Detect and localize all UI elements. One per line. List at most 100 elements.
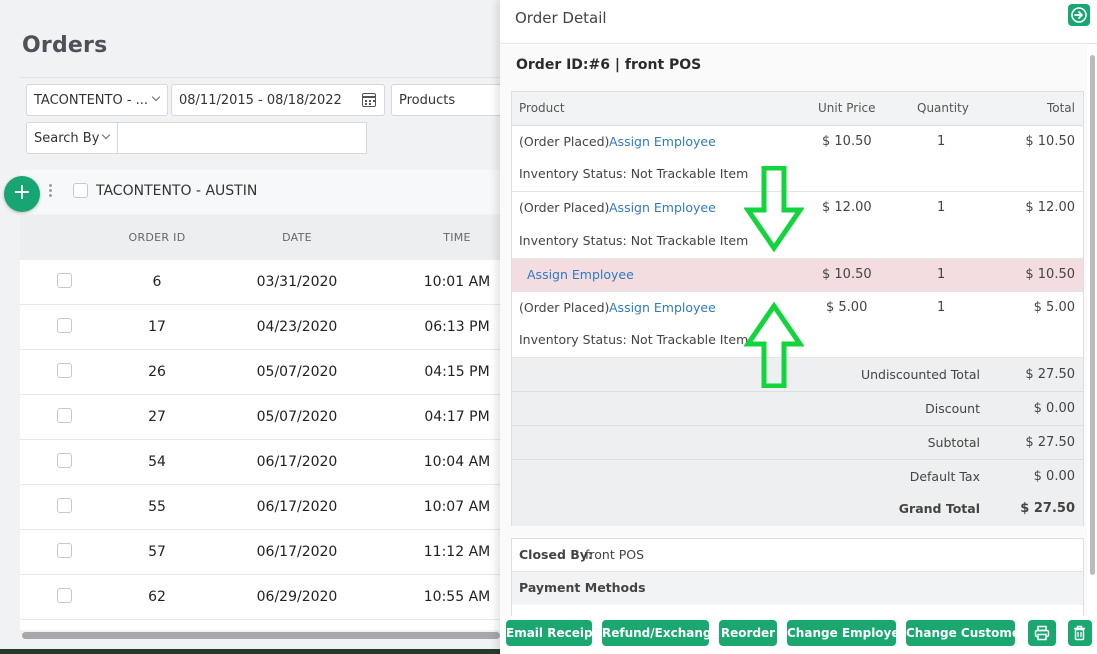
table-row[interactable]: 55 06/17/2020 10:07 AM — [20, 485, 500, 530]
location-select[interactable]: TACONTENTO - ... — [26, 84, 168, 116]
order-id-cell: 6 — [152, 274, 162, 290]
table-row[interactable]: 62 06/29/2020 10:55 AM — [20, 575, 500, 620]
close-panel-button[interactable] — [1068, 4, 1090, 26]
column-header-time[interactable]: TIME — [443, 231, 471, 244]
row-checkbox[interactable] — [57, 588, 72, 603]
calendar-icon — [362, 93, 376, 107]
order-id-heading: Order ID:#6 | front POS — [516, 57, 702, 73]
row-checkbox[interactable] — [57, 318, 72, 333]
search-input[interactable] — [117, 122, 367, 154]
item-unit-price: $ 12.00 — [822, 200, 872, 215]
summary-value: $ 27.50 — [1025, 435, 1075, 450]
order-detail-panel: Order Detail Order ID:#6 | front POS Pro… — [500, 0, 1097, 654]
closed-by-label: Closed By: — [519, 547, 593, 562]
order-id-cell: 54 — [148, 454, 166, 470]
item-unit-price: $ 10.50 — [822, 134, 872, 149]
summary-label: Default Tax — [909, 469, 980, 484]
order-id-cell: 55 — [148, 499, 166, 515]
horizontal-scrollbar[interactable] — [22, 632, 500, 639]
table-row[interactable]: 17 04/23/2020 06:13 PM — [20, 305, 500, 350]
order-id-cell: 17 — [148, 319, 166, 335]
reorder-button[interactable]: Reorder — [719, 620, 777, 646]
search-by-label: Search By — [34, 130, 100, 146]
assign-employee-link[interactable]: Assign Employee — [527, 267, 634, 282]
order-date-cell: 06/17/2020 — [256, 499, 338, 515]
payment-methods-row: Payment Methods — [512, 572, 1083, 605]
order-time-cell: 10:07 AM — [423, 499, 491, 515]
divider — [20, 77, 500, 78]
closed-by-row: Closed By: front POS — [512, 539, 1083, 572]
order-time-cell: 10:01 AM — [423, 274, 491, 290]
order-id-cell: 27 — [148, 409, 166, 425]
assign-employee-link[interactable]: Assign Employee — [609, 300, 716, 315]
payment-methods-label: Payment Methods — [519, 580, 646, 595]
summary-label: Discount — [925, 401, 980, 416]
panel-header: Order Detail — [500, 0, 1097, 44]
refund-exchange-button[interactable]: Refund/Exchange — [602, 620, 720, 646]
item-status: (Order Placed) — [519, 134, 610, 149]
row-checkbox[interactable] — [57, 543, 72, 558]
assign-employee-link[interactable]: Assign Employee — [609, 200, 716, 215]
order-id-cell: 57 — [148, 544, 166, 560]
search-by-select[interactable]: Search By — [26, 122, 118, 154]
table-row[interactable]: 6 03/31/2020 10:01 AM — [20, 260, 500, 305]
item-quantity: 1 — [937, 300, 946, 315]
panel-title: Order Detail — [515, 9, 607, 27]
order-time-cell: 06:13 PM — [424, 319, 490, 335]
summary-label: Undiscounted Total — [860, 367, 980, 382]
annotation-arrow-up-icon — [744, 302, 804, 388]
summary-label: Subtotal — [927, 435, 980, 450]
item-total: $ 5.00 — [1033, 300, 1075, 315]
row-checkbox[interactable] — [57, 408, 72, 423]
summary-row-grand-total: Grand Total $ 27.50 — [512, 492, 1083, 526]
inventory-status: Inventory Status: Not Trackable Item — [519, 332, 749, 347]
summary-row: Default Tax $ 0.00 — [512, 460, 1083, 494]
order-time-cell: 04:15 PM — [424, 364, 490, 380]
row-checkbox[interactable] — [57, 453, 72, 468]
row-checkbox[interactable] — [57, 363, 72, 378]
column-header-order-id[interactable]: ORDER ID — [129, 231, 186, 244]
row-checkbox[interactable] — [57, 498, 72, 513]
order-date-cell: 06/17/2020 — [256, 544, 338, 560]
column-header-unit-price: Unit Price — [818, 101, 876, 115]
order-time-cell: 11:12 AM — [423, 544, 491, 560]
printer-icon — [1034, 625, 1050, 641]
vertical-scrollbar[interactable] — [1090, 55, 1095, 575]
inventory-status: Inventory Status: Not Trackable Item — [519, 166, 749, 181]
email-receipt-button[interactable]: Email Receipt — [506, 620, 598, 646]
delete-button[interactable] — [1068, 620, 1092, 646]
table-row[interactable]: 57 06/17/2020 11:12 AM — [20, 530, 500, 575]
plus-icon: + — [12, 180, 32, 205]
item-total: $ 12.00 — [1025, 200, 1075, 215]
table-row[interactable]: 26 05/07/2020 04:15 PM — [20, 350, 500, 395]
closed-by-value: front POS — [585, 547, 645, 562]
summary-value: $ 27.50 — [1025, 367, 1075, 382]
products-filter[interactable]: Products — [391, 84, 500, 116]
orders-page: Orders TACONTENTO - ... 08/11/2015 - 08/… — [0, 0, 500, 654]
order-date-cell: 06/29/2020 — [256, 589, 338, 605]
products-filter-value: Products — [399, 92, 456, 108]
arrow-right-icon — [1071, 7, 1087, 23]
item-unit-price: $ 5.00 — [826, 300, 868, 315]
item-status: (Order Placed) — [519, 200, 610, 215]
change-customer-button[interactable]: Change Customer — [906, 620, 1026, 646]
row-checkbox[interactable] — [57, 273, 72, 288]
order-id-cell: 62 — [148, 589, 166, 605]
item-status: (Order Placed) — [519, 300, 610, 315]
table-row[interactable]: 54 06/17/2020 10:04 AM — [20, 440, 500, 485]
orders-table-body: 6 03/31/2020 10:01 AM 17 04/23/2020 06:1… — [20, 260, 500, 630]
column-header-total: Total — [1046, 101, 1075, 115]
drag-handle-icon[interactable] — [49, 184, 53, 198]
add-order-button[interactable]: + — [4, 176, 40, 212]
page-title: Orders — [22, 33, 108, 58]
table-row[interactable]: 27 05/07/2020 04:17 PM — [20, 395, 500, 440]
change-employee-button[interactable]: Change Employee — [787, 620, 908, 646]
order-date-cell: 04/23/2020 — [256, 319, 338, 335]
assign-employee-link[interactable]: Assign Employee — [609, 134, 716, 149]
group-checkbox[interactable] — [73, 183, 88, 198]
column-header-product: Product — [519, 101, 565, 115]
print-button[interactable] — [1028, 620, 1056, 646]
item-total: $ 10.50 — [1025, 134, 1075, 149]
column-header-date[interactable]: DATE — [282, 231, 312, 244]
date-range-field[interactable]: 08/11/2015 - 08/18/2022 — [171, 84, 385, 116]
